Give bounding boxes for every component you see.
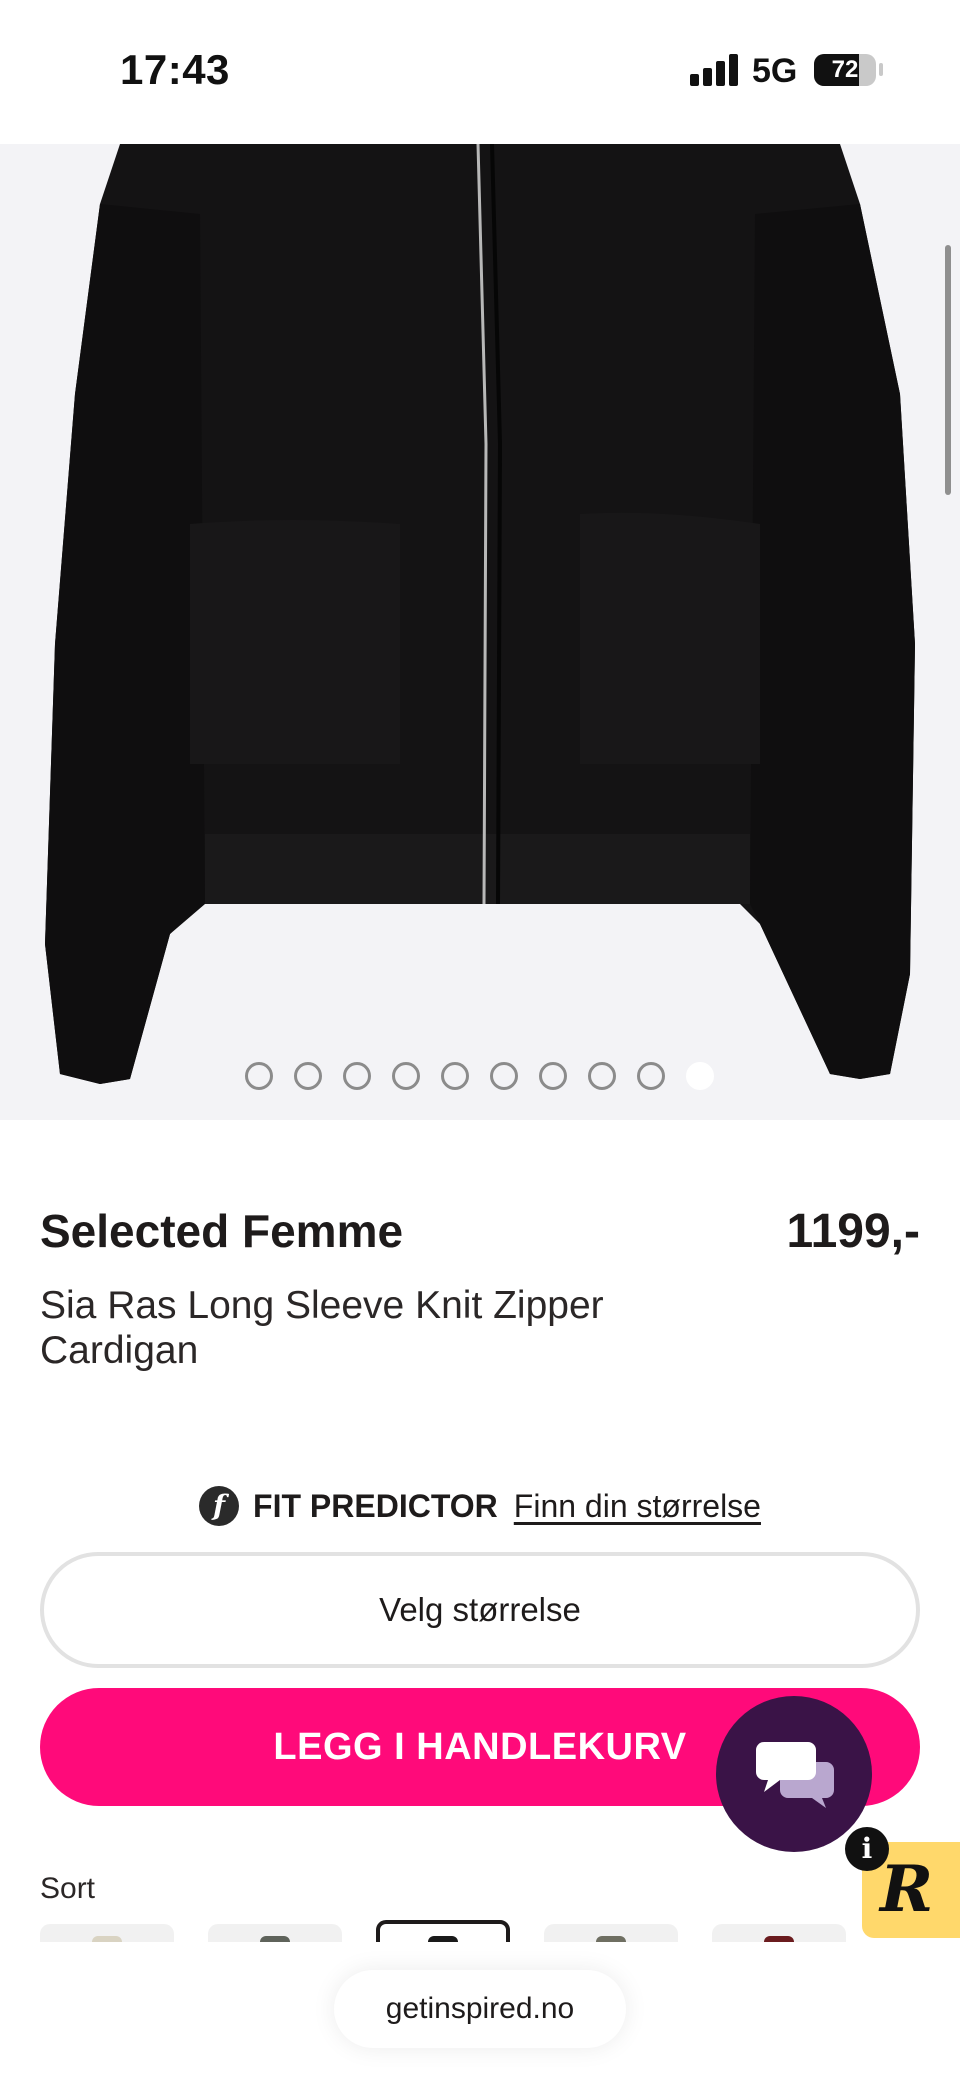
info-icon[interactable]: i (845, 1827, 889, 1871)
product-image[interactable] (0, 144, 960, 1120)
color-swatches (0, 1920, 960, 1942)
fit-predictor-icon: f (199, 1486, 240, 1526)
network-label: 5G (752, 52, 798, 90)
find-size-link[interactable]: Finn din størrelse (514, 1488, 761, 1525)
pagination-dot[interactable] (294, 1062, 322, 1090)
status-bar: 17:43 5G 72 (0, 0, 960, 144)
chat-bubbles-icon (756, 1742, 834, 1808)
color-label: Sort (40, 1872, 96, 1905)
fit-predictor-title: FIT PREDICTOR (253, 1487, 498, 1524)
pagination-dot[interactable] (343, 1062, 371, 1090)
pagination-dot[interactable] (637, 1062, 665, 1090)
pagination-dot[interactable] (539, 1062, 567, 1090)
r-logo-icon: R (880, 1852, 934, 1927)
color-swatch[interactable] (376, 1920, 510, 1942)
url-bar[interactable]: getinspired.no (334, 1970, 626, 2048)
battery-level: 72 (831, 56, 859, 83)
color-swatch[interactable] (40, 1924, 174, 1942)
status-time: 17:43 (120, 46, 230, 93)
pagination-dot[interactable] (490, 1062, 518, 1090)
product-name: Sia Ras Long Sleeve Knit Zipper Cardigan (40, 1284, 604, 1372)
color-swatch[interactable] (544, 1924, 678, 1942)
pagination-dot[interactable] (588, 1062, 616, 1090)
pagination-dot[interactable] (441, 1062, 469, 1090)
pagination-dot[interactable] (245, 1062, 273, 1090)
pagination-dot[interactable] (686, 1062, 714, 1090)
cardigan-photo (45, 144, 915, 1084)
price: 1199,- (786, 1205, 920, 1258)
pagination-dot[interactable] (392, 1062, 420, 1090)
color-swatch[interactable] (712, 1924, 846, 1942)
battery-icon: 72 (814, 54, 876, 86)
chat-button[interactable] (716, 1696, 872, 1852)
signal-icon (690, 54, 738, 86)
battery-cap (879, 63, 883, 76)
color-swatch[interactable] (208, 1924, 342, 1942)
scrollbar[interactable] (945, 245, 951, 495)
fit-predictor: f FIT PREDICTOR Finn din størrelse (0, 1484, 960, 1528)
size-select[interactable]: Velg størrelse (40, 1552, 920, 1668)
brand-name: Selected Femme (40, 1205, 404, 1257)
